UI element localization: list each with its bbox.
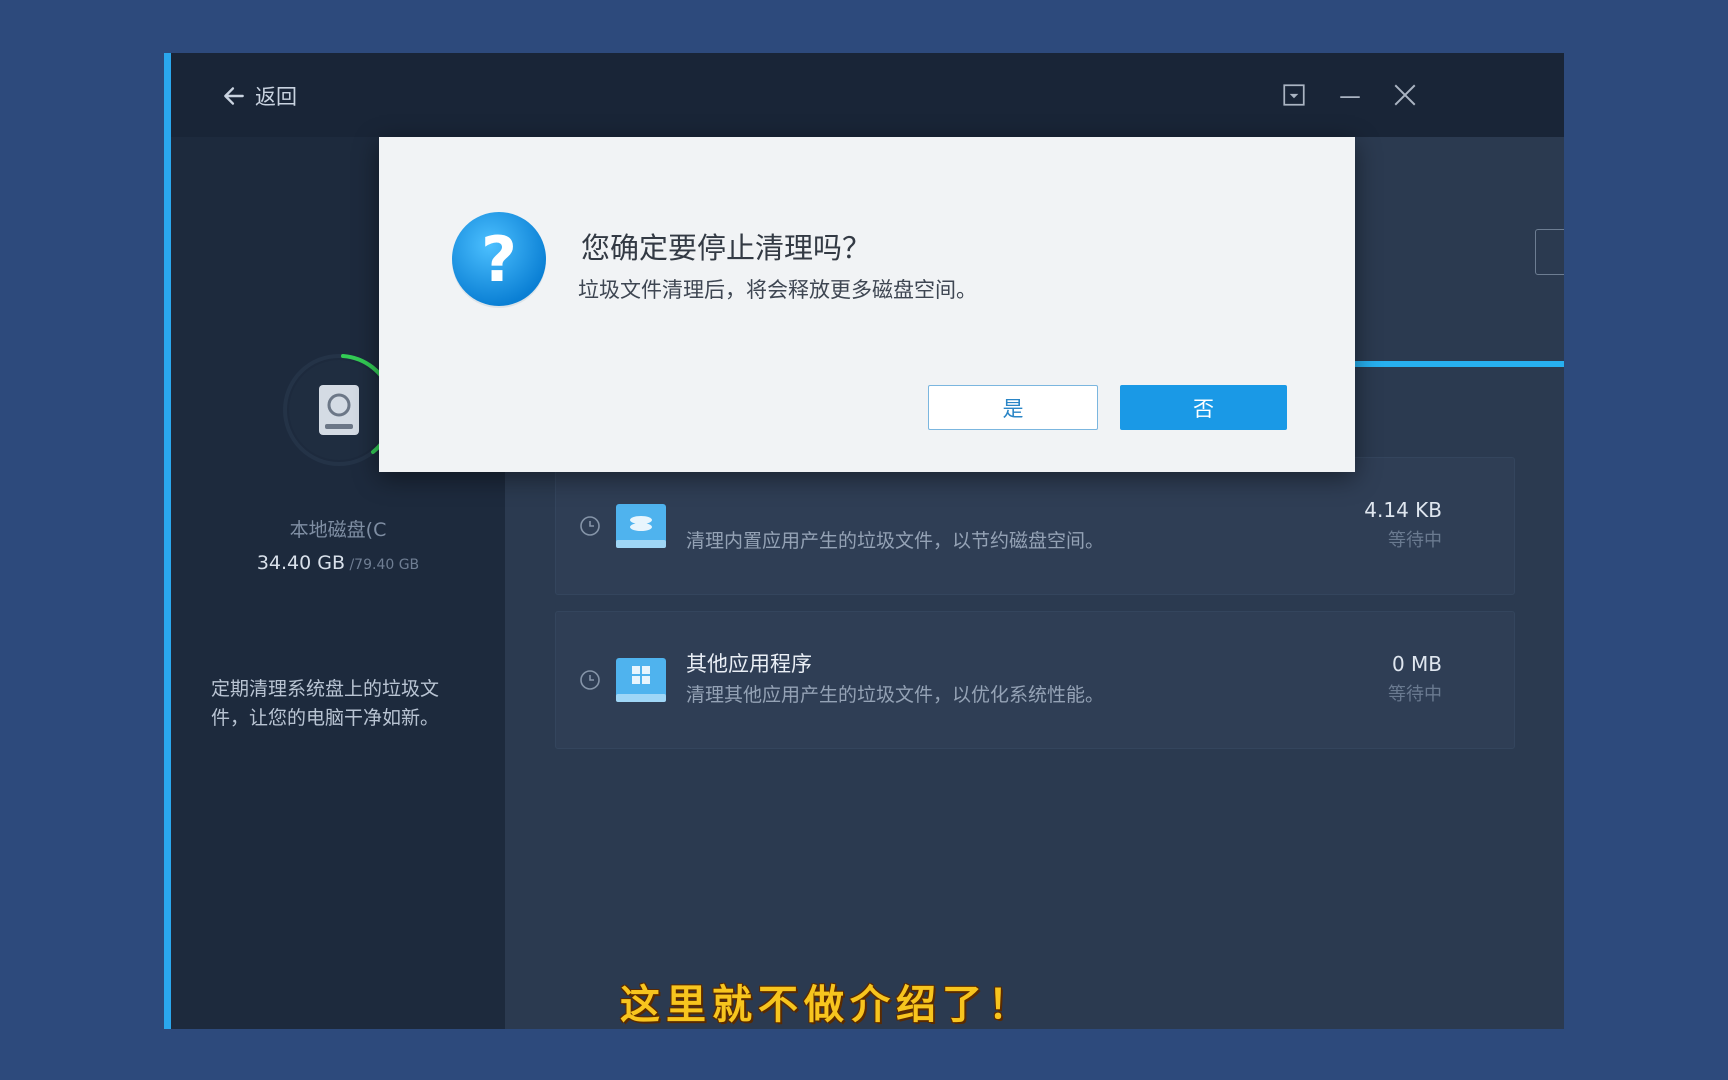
close-icon: [1394, 84, 1416, 106]
item-description: 清理其他应用产生的垃圾文件，以优化系统性能。: [686, 684, 1105, 706]
other-apps-icon: [616, 658, 666, 702]
disk-used: 34.40 GB: [256, 552, 346, 574]
disk-total: /79.40 GB: [345, 557, 420, 573]
confirm-dialog: ? 您确定要停止清理吗？ 垃圾文件清理后，将会释放更多磁盘空间。 是 否: [379, 137, 1355, 472]
disk-size: 34.40 GB /79.40 GB: [171, 552, 505, 574]
list-item[interactable]: 其他应用程序 清理其他应用产生的垃圾文件，以优化系统性能。 0 MB 等待中: [555, 611, 1515, 749]
arrow-left-icon: [224, 87, 244, 105]
no-button[interactable]: 否: [1120, 385, 1287, 430]
back-button[interactable]: 返回: [221, 81, 297, 111]
dropdown-box-icon: [1283, 84, 1305, 106]
close-button[interactable]: [1389, 79, 1421, 111]
item-size: 0 MB: [1391, 652, 1442, 676]
minimize-button[interactable]: [1334, 79, 1366, 111]
builtin-apps-icon: [616, 504, 666, 548]
window-accent-bar: [164, 53, 171, 1029]
item-description: 清理内置应用产生的垃圾文件，以节约磁盘空间。: [686, 530, 1105, 552]
item-status: 等待中: [1388, 530, 1442, 551]
sidebar-description: 定期清理系统盘上的垃圾文件，让您的电脑干净如新。: [211, 678, 440, 729]
item-status: 等待中: [1388, 684, 1442, 705]
item-size: 4.14 KB: [1364, 498, 1442, 522]
dialog-title: 您确定要停止清理吗？: [581, 231, 872, 265]
list-item[interactable]: 清理内置应用产生的垃圾文件，以节约磁盘空间。 4.14 KB 等待中: [555, 457, 1515, 595]
question-icon: ?: [452, 212, 546, 308]
clock-icon: [580, 670, 600, 690]
dialog-message: 垃圾文件清理后，将会释放更多磁盘空间。: [578, 278, 977, 302]
dropdown-menu-button[interactable]: [1278, 79, 1310, 111]
minimize-icon: [1340, 96, 1360, 99]
yes-button[interactable]: 是: [928, 385, 1098, 430]
video-caption: 这里就不做介绍了！: [620, 981, 1034, 1028]
hard-drive-icon: [319, 385, 359, 435]
disk-label: 本地磁盘(C: [289, 519, 387, 541]
item-name: 其他应用程序: [686, 652, 812, 676]
cancel-button[interactable]: 取消: [1535, 229, 1564, 275]
back-label: 返回: [255, 85, 297, 109]
clock-icon: [580, 516, 600, 536]
svg-text:?: ?: [481, 223, 517, 296]
titlebar: 返回: [171, 53, 1564, 137]
